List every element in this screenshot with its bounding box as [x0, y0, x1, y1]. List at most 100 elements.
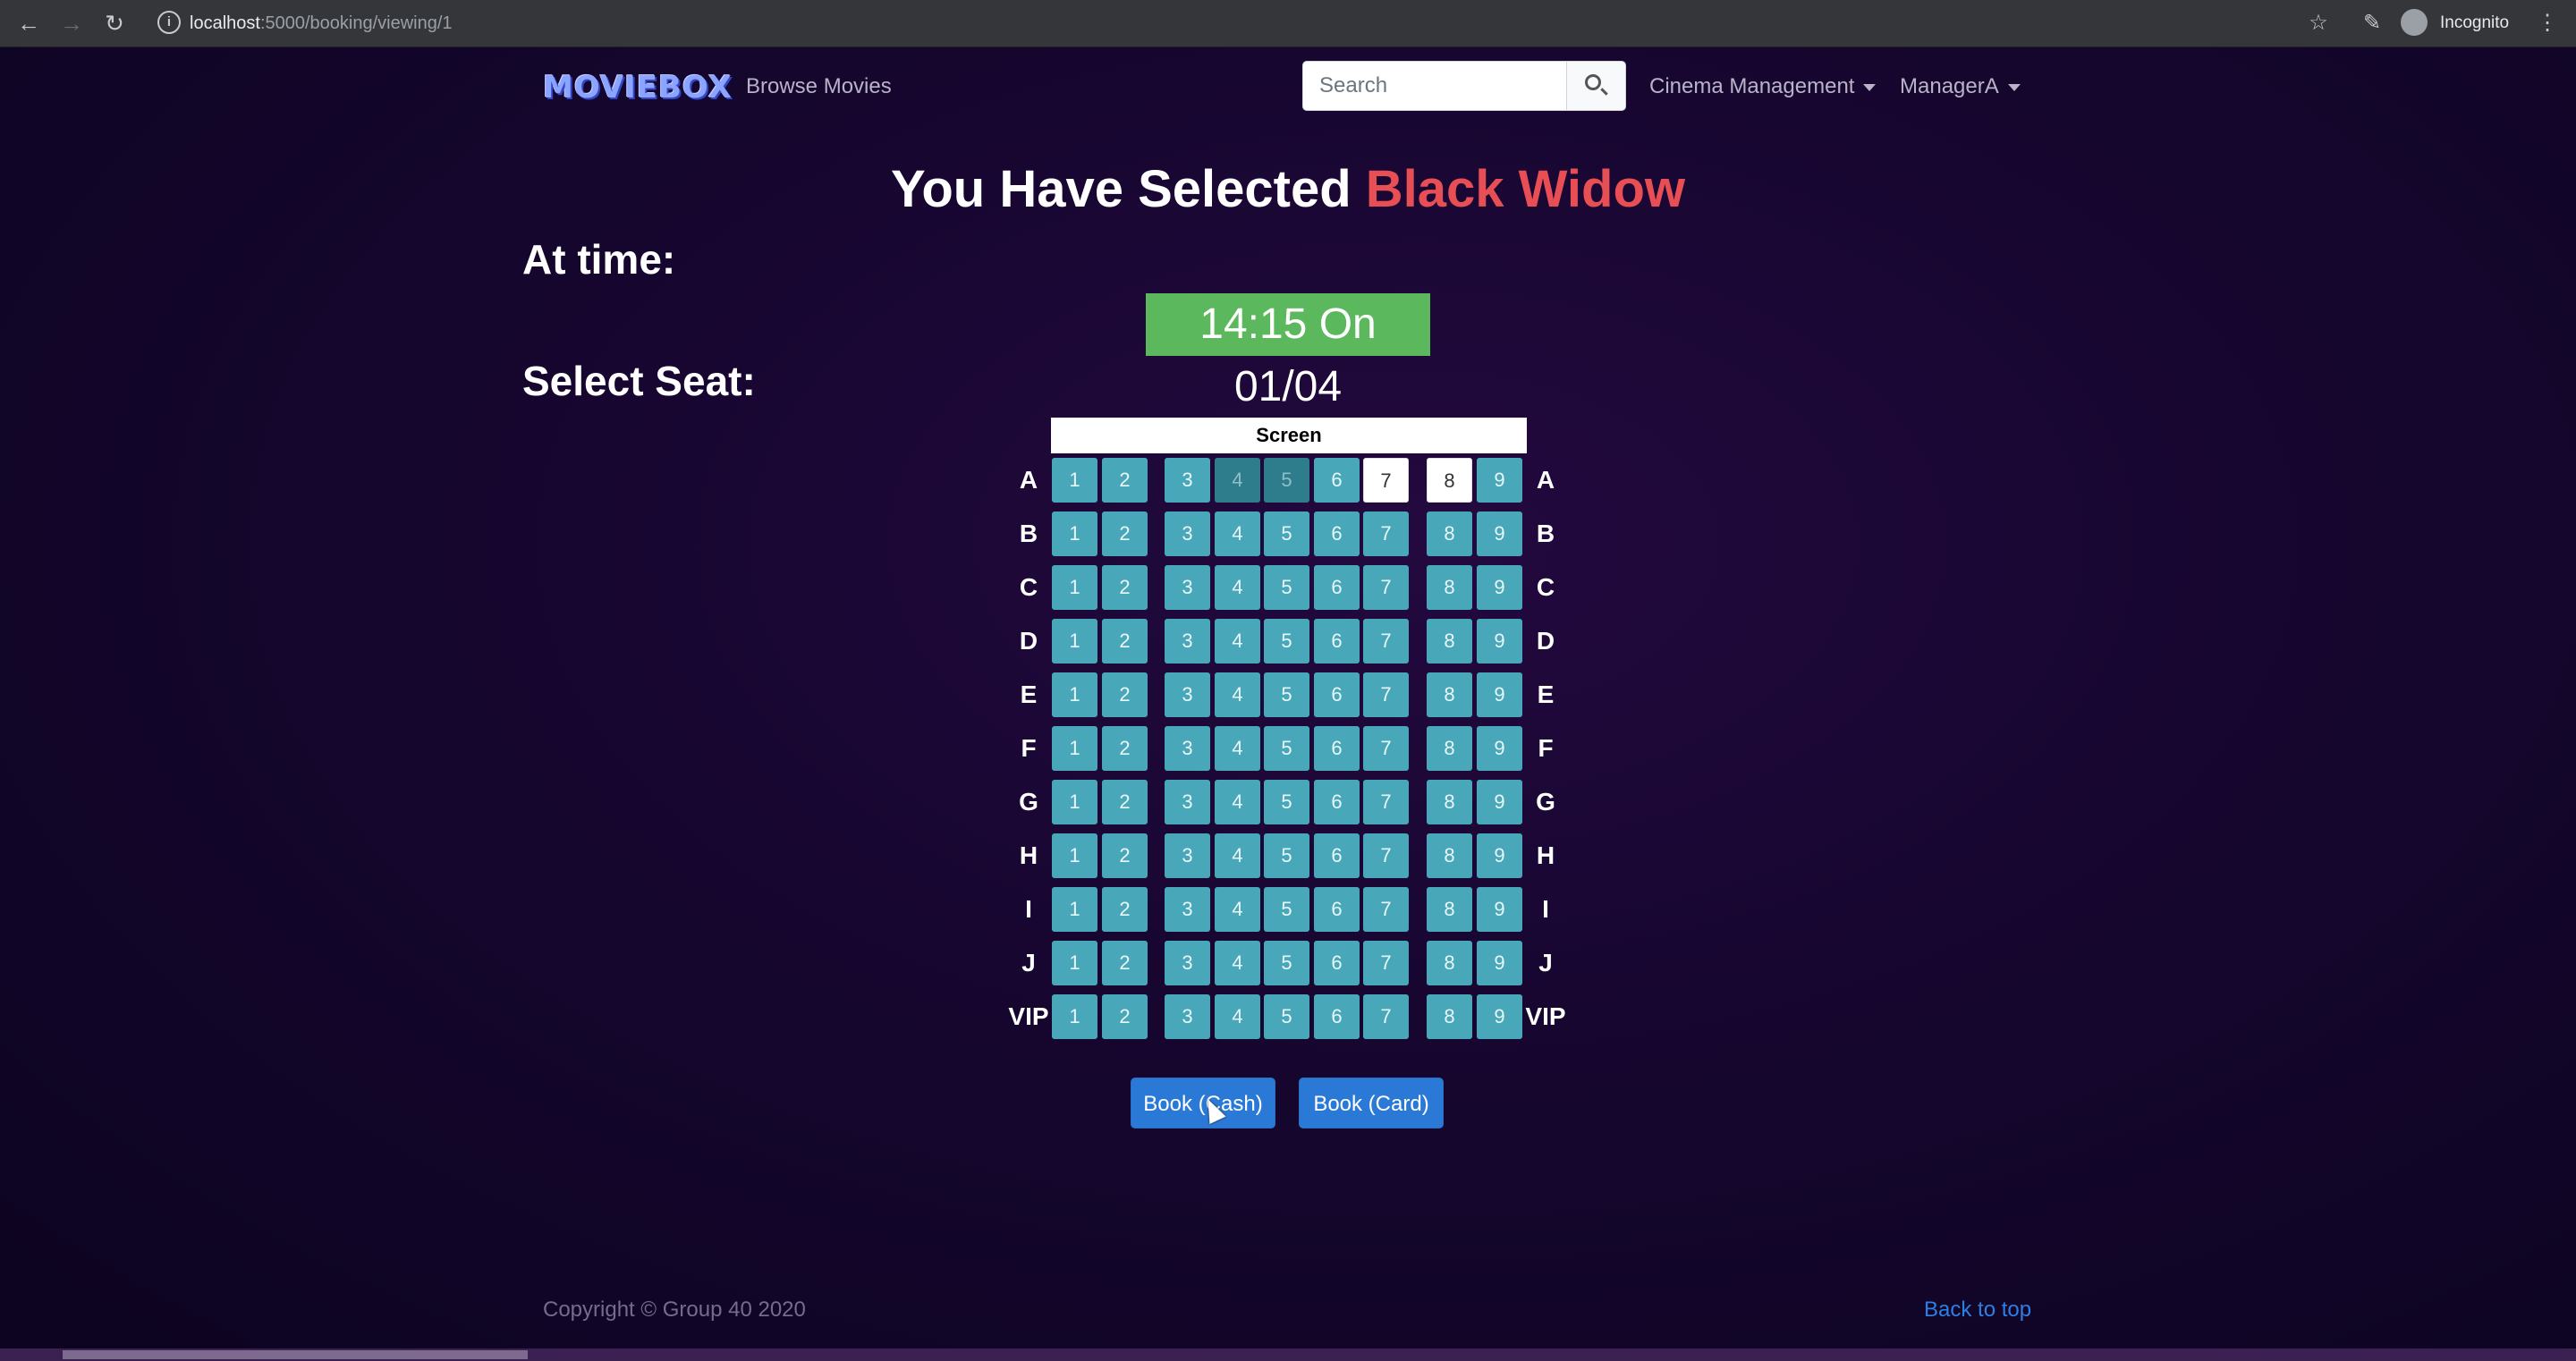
seat-e6[interactable]: 6: [1314, 672, 1360, 717]
seat-vip8[interactable]: 8: [1427, 994, 1472, 1039]
seat-e9[interactable]: 9: [1477, 672, 1522, 717]
seat-f8[interactable]: 8: [1427, 726, 1472, 771]
seat-i7[interactable]: 7: [1363, 887, 1409, 932]
forward-arrow-icon[interactable]: →: [57, 9, 86, 38]
seat-b3[interactable]: 3: [1165, 511, 1210, 556]
seat-g3[interactable]: 3: [1165, 780, 1210, 824]
seat-e4[interactable]: 4: [1215, 672, 1260, 717]
seat-i4[interactable]: 4: [1215, 887, 1260, 932]
seat-c5[interactable]: 5: [1264, 565, 1309, 610]
seat-g1[interactable]: 1: [1052, 780, 1097, 824]
nav-browse-movies[interactable]: Browse Movies: [746, 72, 892, 102]
seat-h7[interactable]: 7: [1363, 833, 1409, 878]
seat-b8[interactable]: 8: [1427, 511, 1472, 556]
nav-user-menu[interactable]: ManagerA: [1900, 72, 2021, 102]
seat-a3[interactable]: 3: [1165, 458, 1210, 503]
extensions-icon[interactable]: ✎: [2358, 9, 2386, 38]
seat-f2[interactable]: 2: [1102, 726, 1148, 771]
nav-cinema-management[interactable]: Cinema Management: [1649, 72, 1877, 102]
seat-c3[interactable]: 3: [1165, 565, 1210, 610]
seat-vip9[interactable]: 9: [1477, 994, 1522, 1039]
seat-f5[interactable]: 5: [1264, 726, 1309, 771]
address-bar[interactable]: localhost:5000/booking/viewing/1: [190, 11, 453, 36]
seat-g2[interactable]: 2: [1102, 780, 1148, 824]
browser-menu-icon[interactable]: ⋮: [2533, 9, 2562, 38]
seat-a2[interactable]: 2: [1102, 458, 1148, 503]
seat-c7[interactable]: 7: [1363, 565, 1409, 610]
seat-i5[interactable]: 5: [1264, 887, 1309, 932]
seat-b6[interactable]: 6: [1314, 511, 1360, 556]
seat-g8[interactable]: 8: [1427, 780, 1472, 824]
seat-j6[interactable]: 6: [1314, 941, 1360, 985]
seat-i8[interactable]: 8: [1427, 887, 1472, 932]
seat-d6[interactable]: 6: [1314, 619, 1360, 664]
seat-b2[interactable]: 2: [1102, 511, 1148, 556]
reload-icon[interactable]: ↻: [100, 9, 129, 38]
seat-e1[interactable]: 1: [1052, 672, 1097, 717]
seat-j5[interactable]: 5: [1264, 941, 1309, 985]
seat-j4[interactable]: 4: [1215, 941, 1260, 985]
seat-d7[interactable]: 7: [1363, 619, 1409, 664]
seat-vip5[interactable]: 5: [1264, 994, 1309, 1039]
seat-e8[interactable]: 8: [1427, 672, 1472, 717]
seat-vip3[interactable]: 3: [1165, 994, 1210, 1039]
seat-i3[interactable]: 3: [1165, 887, 1210, 932]
seat-d1[interactable]: 1: [1052, 619, 1097, 664]
seat-d8[interactable]: 8: [1427, 619, 1472, 664]
seat-b7[interactable]: 7: [1363, 511, 1409, 556]
seat-b1[interactable]: 1: [1052, 511, 1097, 556]
brand-logo[interactable]: MOVIEBOX: [543, 70, 733, 106]
seat-h2[interactable]: 2: [1102, 833, 1148, 878]
site-info-icon[interactable]: i: [157, 11, 181, 34]
seat-e5[interactable]: 5: [1264, 672, 1309, 717]
seat-f4[interactable]: 4: [1215, 726, 1260, 771]
seat-g9[interactable]: 9: [1477, 780, 1522, 824]
seat-f3[interactable]: 3: [1165, 726, 1210, 771]
seat-a6[interactable]: 6: [1314, 458, 1360, 503]
seat-j3[interactable]: 3: [1165, 941, 1210, 985]
seat-c8[interactable]: 8: [1427, 565, 1472, 610]
seat-a1[interactable]: 1: [1052, 458, 1097, 503]
seat-c9[interactable]: 9: [1477, 565, 1522, 610]
seat-i9[interactable]: 9: [1477, 887, 1522, 932]
incognito-icon[interactable]: [2401, 9, 2428, 36]
seat-g6[interactable]: 6: [1314, 780, 1360, 824]
seat-h8[interactable]: 8: [1427, 833, 1472, 878]
bookmark-star-icon[interactable]: ☆: [2304, 9, 2333, 38]
seat-j9[interactable]: 9: [1477, 941, 1522, 985]
seat-vip2[interactable]: 2: [1102, 994, 1148, 1039]
search-input[interactable]: [1302, 61, 1567, 111]
seat-d3[interactable]: 3: [1165, 619, 1210, 664]
seat-b9[interactable]: 9: [1477, 511, 1522, 556]
seat-g5[interactable]: 5: [1264, 780, 1309, 824]
seat-e2[interactable]: 2: [1102, 672, 1148, 717]
seat-i1[interactable]: 1: [1052, 887, 1097, 932]
seat-c2[interactable]: 2: [1102, 565, 1148, 610]
seat-b4[interactable]: 4: [1215, 511, 1260, 556]
seat-i6[interactable]: 6: [1314, 887, 1360, 932]
seat-d5[interactable]: 5: [1264, 619, 1309, 664]
seat-c1[interactable]: 1: [1052, 565, 1097, 610]
seat-h6[interactable]: 6: [1314, 833, 1360, 878]
seat-c6[interactable]: 6: [1314, 565, 1360, 610]
seat-h1[interactable]: 1: [1052, 833, 1097, 878]
seat-j7[interactable]: 7: [1363, 941, 1409, 985]
back-arrow-icon[interactable]: ←: [14, 9, 43, 38]
seat-d4[interactable]: 4: [1215, 619, 1260, 664]
seat-vip1[interactable]: 1: [1052, 994, 1097, 1039]
seat-j1[interactable]: 1: [1052, 941, 1097, 985]
seat-f9[interactable]: 9: [1477, 726, 1522, 771]
seat-f6[interactable]: 6: [1314, 726, 1360, 771]
search-button[interactable]: [1567, 61, 1626, 111]
back-to-top-link[interactable]: Back to top: [1924, 1297, 2031, 1323]
seat-h9[interactable]: 9: [1477, 833, 1522, 878]
seat-c4[interactable]: 4: [1215, 565, 1260, 610]
seat-d2[interactable]: 2: [1102, 619, 1148, 664]
seat-f1[interactable]: 1: [1052, 726, 1097, 771]
seat-g4[interactable]: 4: [1215, 780, 1260, 824]
seat-vip7[interactable]: 7: [1363, 994, 1409, 1039]
seat-a7[interactable]: 7: [1363, 458, 1409, 503]
seat-f7[interactable]: 7: [1363, 726, 1409, 771]
seat-h5[interactable]: 5: [1264, 833, 1309, 878]
seat-e7[interactable]: 7: [1363, 672, 1409, 717]
